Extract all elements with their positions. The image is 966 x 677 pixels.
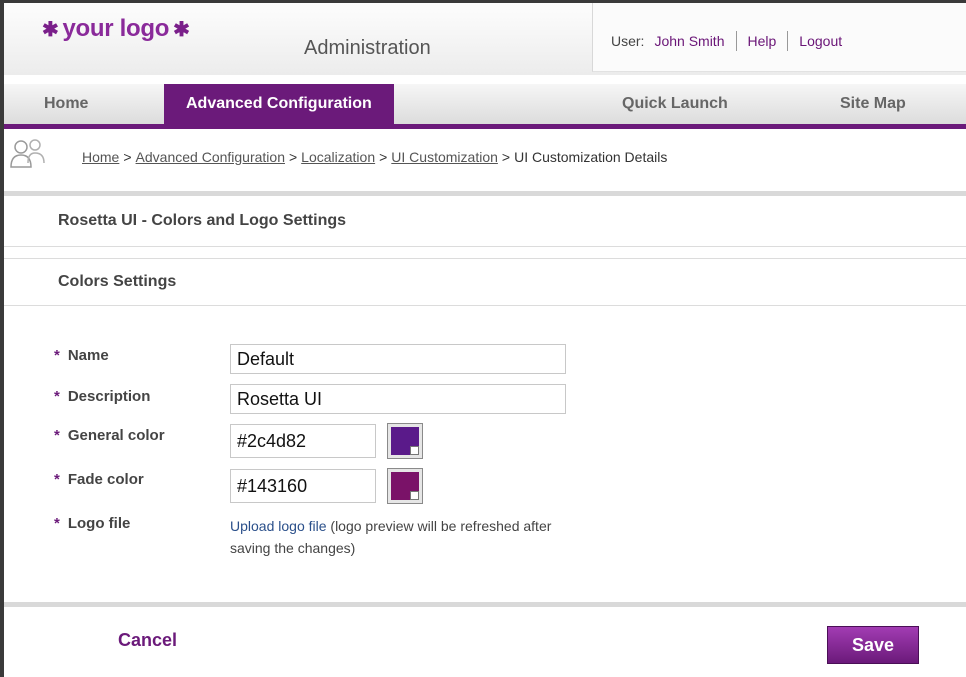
general-color-label-row: * General color xyxy=(54,427,165,444)
logo-right-icon: ✱ xyxy=(173,18,190,41)
required-marker: * xyxy=(54,471,60,488)
picker-corner-icon xyxy=(410,446,419,455)
user-name-link[interactable]: John Smith xyxy=(654,33,724,49)
user-bar: User: John Smith Help Logout xyxy=(611,31,842,51)
logo-file-label-row: * Logo file xyxy=(54,515,130,532)
required-marker: * xyxy=(54,427,60,444)
form-divider xyxy=(4,602,966,607)
breadcrumb-separator: > xyxy=(501,149,511,165)
name-label-row: * Name xyxy=(54,347,109,364)
breadcrumb-current: UI Customization Details xyxy=(514,149,668,165)
header: ✱ your logo ✱ Administration User: John … xyxy=(4,3,966,75)
breadcrumb-localization[interactable]: Localization xyxy=(301,149,375,165)
required-marker: * xyxy=(54,347,60,364)
breadcrumb-ui-customization[interactable]: UI Customization xyxy=(391,149,498,165)
logo-text: your logo xyxy=(62,15,170,42)
general-color-label: General color xyxy=(67,427,165,444)
logo: ✱ your logo ✱ xyxy=(42,15,190,43)
user-label: User: xyxy=(611,33,645,49)
upload-logo-link[interactable]: Upload logo file xyxy=(230,518,327,534)
fade-color-label: Fade color xyxy=(67,471,144,488)
main-nav-tabs: Home Advanced Configuration Quick Launch… xyxy=(4,84,966,124)
user-bar-divider xyxy=(787,31,789,51)
tab-advanced-configuration[interactable]: Advanced Configuration xyxy=(164,84,394,124)
required-marker: * xyxy=(54,515,60,532)
breadcrumb: Home > Advanced Configuration > Localization… xyxy=(82,149,667,165)
breadcrumb-home[interactable]: Home xyxy=(82,149,119,165)
description-label: Description xyxy=(67,388,151,405)
user-bar-divider xyxy=(735,31,737,51)
page-title: Rosetta UI - Colors and Logo Settings xyxy=(58,212,347,229)
general-color-picker[interactable] xyxy=(387,423,423,459)
app-title: Administration xyxy=(304,37,431,59)
breadcrumb-bar: Home > Advanced Configuration > Localization… xyxy=(4,129,966,191)
name-field[interactable] xyxy=(230,344,566,374)
logout-link[interactable]: Logout xyxy=(799,33,842,49)
save-button[interactable]: Save xyxy=(827,626,919,664)
general-color-field[interactable] xyxy=(230,424,376,458)
colors-settings-bar: Colors Settings xyxy=(4,258,966,306)
tab-quick-launch[interactable]: Quick Launch xyxy=(622,84,728,124)
breadcrumb-separator: > xyxy=(379,149,388,165)
fade-color-field[interactable] xyxy=(230,469,376,503)
logo-file-label: Logo file xyxy=(67,515,131,532)
description-label-row: * Description xyxy=(54,388,150,405)
cancel-button[interactable]: Cancel xyxy=(118,630,177,651)
section-title: Colors Settings xyxy=(58,273,177,290)
logo-left-icon: ✱ xyxy=(42,18,59,41)
name-label: Name xyxy=(67,347,109,364)
breadcrumb-separator: > xyxy=(123,149,132,165)
required-marker: * xyxy=(54,388,60,405)
general-color-swatch xyxy=(391,427,419,455)
tab-home[interactable]: Home xyxy=(44,84,88,124)
fade-color-swatch xyxy=(391,472,419,500)
fade-color-label-row: * Fade color xyxy=(54,471,144,488)
breadcrumb-separator: > xyxy=(288,149,298,165)
page-title-bar: Rosetta UI - Colors and Logo Settings xyxy=(4,196,966,247)
user-box: User: John Smith Help Logout xyxy=(592,3,966,72)
tab-site-map[interactable]: Site Map xyxy=(840,84,906,124)
upload-logo-note: Upload logo file (logo preview will be r… xyxy=(230,515,580,559)
users-icon xyxy=(10,139,45,168)
picker-corner-icon xyxy=(410,491,419,500)
fade-color-picker[interactable] xyxy=(387,468,423,504)
help-link[interactable]: Help xyxy=(748,33,777,49)
description-field[interactable] xyxy=(230,384,566,414)
breadcrumb-advanced-configuration[interactable]: Advanced Configuration xyxy=(136,149,285,165)
